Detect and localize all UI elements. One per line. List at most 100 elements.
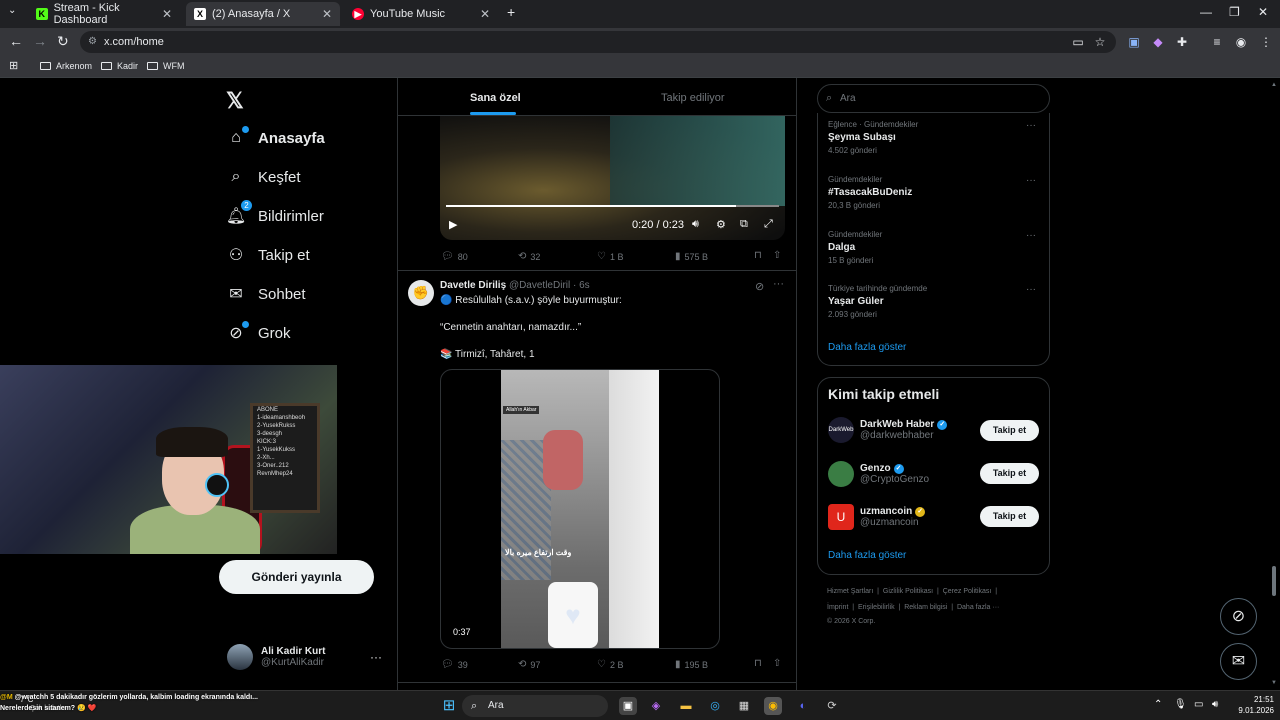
avatar[interactable]: ✊ xyxy=(408,280,434,306)
video-player[interactable]: Allah'ın Akbar وقت ارتفاع ميره بالا ♥ 0:… xyxy=(440,369,720,649)
close-icon[interactable]: ✕ xyxy=(162,7,172,21)
repost-button[interactable]: ⟲ 97 xyxy=(518,659,540,670)
footer-link[interactable]: Erişilebilirlik xyxy=(858,604,895,611)
back-icon[interactable]: ← xyxy=(9,33,23,49)
microphone-icon[interactable]: 🎙︎ xyxy=(1174,699,1187,710)
nav-chat[interactable]: ✉ Sohbet xyxy=(226,284,305,304)
x-logo[interactable]: 𝕏 xyxy=(226,88,244,114)
maximize-icon[interactable]: ❐ xyxy=(1229,5,1240,19)
fullscreen-icon[interactable]: ⤢ xyxy=(764,218,773,231)
new-tab-button[interactable]: + xyxy=(507,4,515,20)
bookmark-folder[interactable]: WFM xyxy=(147,61,185,71)
footer-link[interactable]: Reklam bilgisi xyxy=(904,604,947,611)
footer-link[interactable]: Gizlilik Politikası xyxy=(883,588,933,595)
more-icon[interactable]: ··· xyxy=(773,278,784,290)
tab-for-you[interactable]: Sana özel xyxy=(470,92,521,104)
system-clock[interactable]: 21:51 9.01.2026 xyxy=(1232,694,1274,716)
tab-kick[interactable]: K Stream - Kick Dashboard ✕ xyxy=(28,2,180,26)
share-button[interactable]: ⇧ xyxy=(773,250,785,261)
settings-gear-icon[interactable]: ⚙ xyxy=(716,218,726,231)
extension-icon[interactable]: ◆ xyxy=(1150,34,1166,50)
edge-icon[interactable]: ◎ xyxy=(706,697,724,715)
views-button[interactable]: ▮ 575 B xyxy=(675,251,708,262)
tab-following[interactable]: Takip ediliyor xyxy=(661,92,725,104)
task-view-icon[interactable]: ▣ xyxy=(619,697,637,715)
translate-icon[interactable]: ▣ xyxy=(1126,34,1142,50)
reload-icon[interactable]: ↻ xyxy=(57,33,69,50)
more-icon[interactable]: ··· xyxy=(1026,175,1036,186)
bookmark-folder[interactable]: Kadir xyxy=(101,61,138,71)
minimize-icon[interactable]: — xyxy=(1200,5,1212,19)
apps-grid-icon[interactable]: ⊞ xyxy=(9,59,18,72)
windows-start-icon[interactable]: ⊞ xyxy=(440,697,458,715)
footer-link[interactable]: Hizmet Şartları xyxy=(827,588,873,595)
site-info-icon[interactable]: ⚙ xyxy=(88,31,97,53)
account-switcher[interactable]: Ali Kadir Kurt @KurtAliKadir xyxy=(227,644,325,670)
post-button[interactable]: Gönderi yayınla xyxy=(219,560,374,594)
repost-button[interactable]: ⟲ 32 xyxy=(518,251,540,262)
tab-youtube-music[interactable]: ▶ YouTube Music ✕ xyxy=(344,2,498,26)
app-icon[interactable]: ⟳ xyxy=(823,697,841,715)
trend-item[interactable]: Eğlence · Gündemdekiler Şeyma Subaşı 4.5… xyxy=(828,120,918,155)
tab-x[interactable]: X (2) Anasayfa / X ✕ xyxy=(186,2,340,26)
trend-item[interactable]: Türkiye tarihinde gündemde Yaşar Güler 2… xyxy=(828,284,927,319)
bookmark-folder[interactable]: Arkenom xyxy=(40,61,92,71)
follow-button[interactable]: Takip et xyxy=(980,420,1039,441)
nav-notifications[interactable]: 🔔︎ 2 Bildirimler xyxy=(226,200,324,226)
more-icon[interactable]: ··· xyxy=(1026,120,1036,131)
suggested-account[interactable]: U uzmancoin ✓ @uzmancoin xyxy=(828,504,926,530)
window-close-icon[interactable]: ✕ xyxy=(1258,5,1268,19)
views-button[interactable]: ▮ 195 B xyxy=(675,659,708,670)
nav-grok[interactable]: ⊘ Grok xyxy=(226,321,291,343)
trend-item[interactable]: Gündemdekiler Dalga 15 B gönderi xyxy=(828,230,882,265)
volume-icon[interactable]: 🔊︎ xyxy=(1212,699,1218,710)
nav-follow[interactable]: ⚇ Takip et xyxy=(226,245,310,265)
like-button[interactable]: ♡ 1 B xyxy=(597,251,623,262)
footer-link[interactable]: İmprint xyxy=(827,604,848,611)
taskbar-search[interactable]: ⌕ Ara xyxy=(462,695,608,717)
author-handle[interactable]: @DavetleDiril xyxy=(509,280,570,291)
file-explorer-icon[interactable]: ▬ xyxy=(677,697,695,715)
scrollbar-thumb[interactable] xyxy=(1272,566,1276,596)
copilot-icon[interactable]: ◈ xyxy=(647,697,665,715)
nav-explore[interactable]: ⌕ Keşfet xyxy=(226,167,301,187)
who-to-follow-show-more-link[interactable]: Daha fazla göster xyxy=(828,550,906,561)
play-icon[interactable]: ▶ xyxy=(449,218,457,231)
tray-chevron-icon[interactable]: ⌃ xyxy=(1154,699,1162,710)
scroll-up-icon[interactable]: ▲ xyxy=(1271,82,1277,88)
bookmark-button[interactable]: ⊓ xyxy=(754,658,766,669)
bookmark-star-icon[interactable]: ☆ xyxy=(1092,34,1108,50)
author-name[interactable]: Davetle Diriliş xyxy=(440,280,506,291)
reply-button[interactable]: 💬︎ 39 xyxy=(441,659,468,670)
nav-home[interactable]: ⌂ Anasayfa xyxy=(226,126,325,148)
media-controls-icon[interactable]: ≡ xyxy=(1209,34,1225,50)
forward-icon[interactable]: → xyxy=(33,33,47,49)
follow-button[interactable]: Takip et xyxy=(980,463,1039,484)
pip-icon[interactable]: ⧉ xyxy=(740,218,748,231)
close-icon[interactable]: ✕ xyxy=(322,7,332,21)
more-icon[interactable]: ··· xyxy=(1026,230,1036,241)
reply-button[interactable]: 💬︎ 80 xyxy=(441,251,468,262)
address-bar[interactable]: ⚙ x.com/home xyxy=(80,31,1116,53)
volume-icon[interactable]: 🔊︎ xyxy=(692,218,699,231)
suggested-account[interactable]: Genzo ✓ @CryptoGenzo xyxy=(828,461,929,487)
follow-button[interactable]: Takip et xyxy=(980,506,1039,527)
bookmark-button[interactable]: ⊓ xyxy=(754,250,766,261)
footer-link[interactable]: Çerez Politikası xyxy=(943,588,992,595)
search-input[interactable]: ⌕ Ara xyxy=(817,84,1050,113)
messages-fab-icon[interactable]: ✉ xyxy=(1220,643,1257,680)
discord-icon[interactable]: ◐ xyxy=(794,697,812,715)
chrome-icon[interactable]: ◉ xyxy=(764,697,782,715)
cast-icon[interactable]: ▭ xyxy=(1070,34,1086,50)
profile-icon[interactable]: ◉ xyxy=(1233,34,1249,50)
video-progress-bar[interactable] xyxy=(446,205,779,207)
footer-link[interactable]: Daha fazla ··· xyxy=(957,604,999,611)
grok-icon[interactable]: ⊘ xyxy=(755,280,764,293)
close-icon[interactable]: ✕ xyxy=(480,7,490,21)
more-icon[interactable]: ··· xyxy=(1026,284,1036,295)
store-icon[interactable]: ▦ xyxy=(735,697,753,715)
grok-fab-icon[interactable]: ⊘ xyxy=(1220,598,1257,635)
post-time[interactable]: · 6s xyxy=(573,280,590,291)
like-button[interactable]: ♡ 2 B xyxy=(597,659,623,670)
trends-show-more-link[interactable]: Daha fazla göster xyxy=(828,342,906,353)
